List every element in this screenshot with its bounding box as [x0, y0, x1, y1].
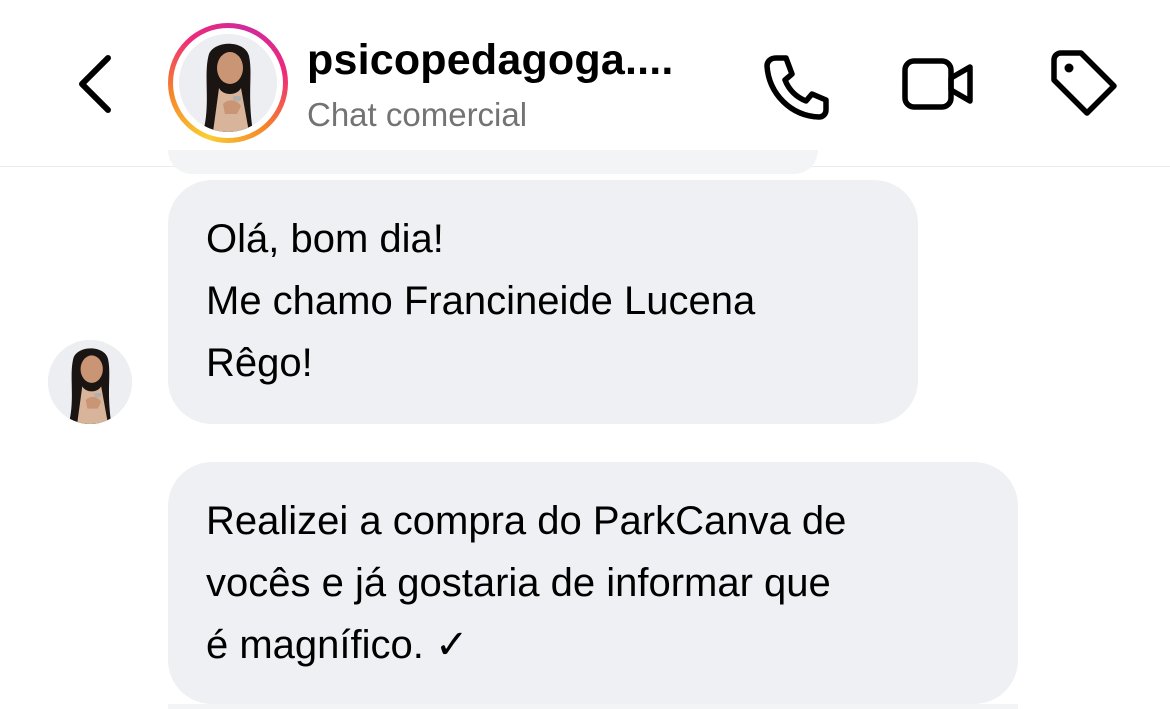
message-line: Me chamo Francineide Lucena — [206, 279, 756, 323]
message-bubble[interactable]: Olá, bom dia! Me chamo Francineide Lucen… — [168, 180, 918, 424]
message-line: Rêgo! — [206, 341, 313, 385]
message-line: vocês e já gostaria de informar que — [206, 561, 831, 605]
message-line: Realizei a compra do ParkCanva de — [206, 499, 847, 543]
avatar-photo — [179, 34, 277, 132]
contact-avatar[interactable] — [168, 23, 288, 143]
back-button[interactable] — [70, 52, 120, 116]
call-button[interactable] — [754, 46, 834, 126]
video-call-button[interactable] — [898, 46, 978, 126]
label-button[interactable] — [1044, 46, 1124, 126]
phone-icon — [764, 55, 829, 120]
chat-header: psicopedagoga.... Chat comercial — [0, 0, 1170, 167]
sender-avatar[interactable] — [48, 340, 132, 424]
tag-icon — [1051, 50, 1117, 116]
chat-subtitle: Chat comercial — [307, 96, 528, 133]
contact-name[interactable]: psicopedagoga.... — [307, 36, 674, 85]
message-bubble[interactable]: Realizei a compra do ParkCanva de vocês … — [168, 462, 1018, 704]
message-line: Olá, bom dia! — [206, 217, 444, 261]
previous-message-edge — [168, 150, 818, 174]
message-line: é magnífico. ✓ — [206, 623, 469, 667]
video-camera-icon — [902, 58, 973, 110]
next-message-edge — [168, 704, 1018, 709]
chevron-left-icon — [79, 55, 111, 113]
